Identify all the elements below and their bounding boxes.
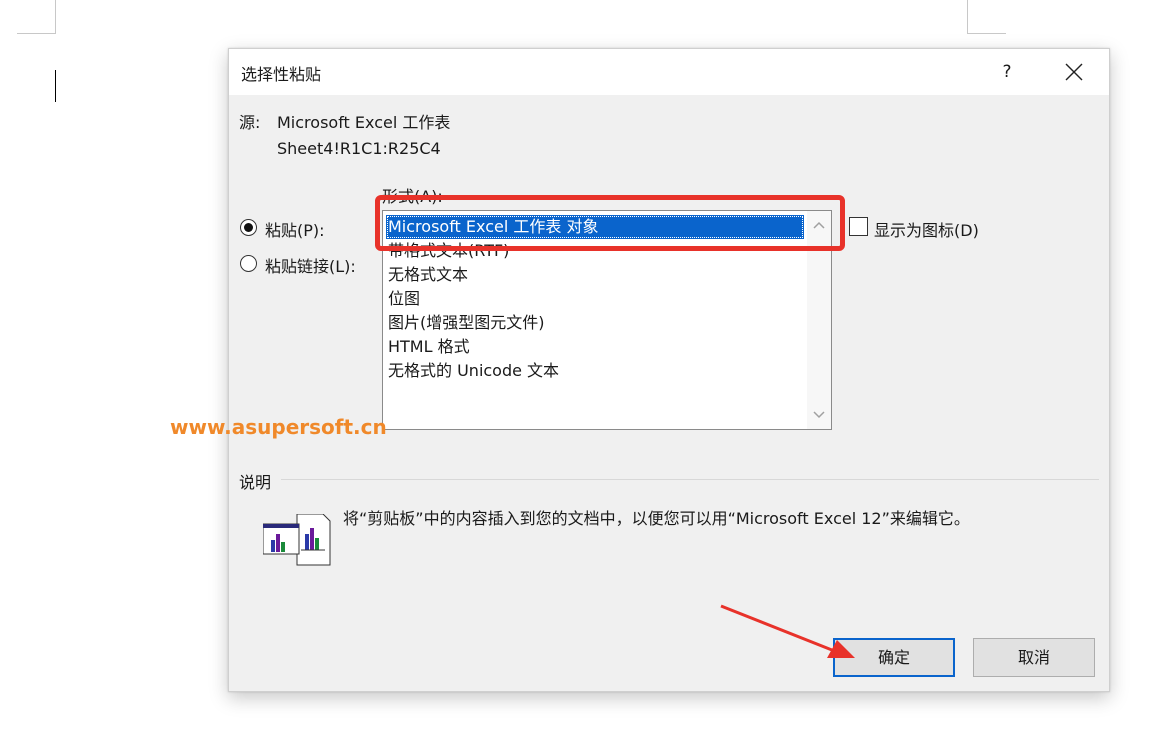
radio-dot <box>244 223 253 232</box>
page-margin-mark <box>967 33 1006 34</box>
dialog-title: 选择性粘贴 <box>241 65 322 84</box>
annotation-arrow-icon <box>720 604 855 658</box>
cancel-button[interactable]: 取消 <box>973 638 1095 677</box>
paste-label[interactable]: 粘贴(P): <box>265 217 325 241</box>
format-option[interactable]: HTML 格式 <box>386 335 804 359</box>
paste-radio[interactable] <box>240 219 257 236</box>
excel-object-icon <box>263 514 331 566</box>
paste-link-radio[interactable] <box>240 255 257 272</box>
paste-link-label[interactable]: 粘贴链接(L): <box>265 253 356 277</box>
text-cursor <box>55 70 56 102</box>
page-margin-mark <box>55 0 56 33</box>
source-range: Sheet4!R1C1:R25C4 <box>277 139 441 158</box>
dialog-titlebar: 选择性粘贴 ? <box>229 49 1109 95</box>
help-button[interactable]: ? <box>995 59 1019 85</box>
annotation-highlight-box <box>375 195 845 251</box>
format-option[interactable]: 图片(增强型图元文件) <box>386 311 804 335</box>
watermark-text: www.asupersoft.cn <box>170 415 387 439</box>
format-option[interactable]: 无格式的 Unicode 文本 <box>386 359 804 383</box>
close-button[interactable] <box>1057 59 1091 85</box>
scroll-down-arrow-icon[interactable] <box>811 409 827 423</box>
format-option[interactable]: 位图 <box>386 287 804 311</box>
page-margin-mark <box>967 0 968 33</box>
description-text: 将“剪贴板”中的内容插入到您的文档中，以便您可以用“Microsoft Exce… <box>343 509 970 528</box>
description-divider <box>281 479 1099 480</box>
display-as-icon-label[interactable]: 显示为图标(D) <box>874 217 979 241</box>
close-icon <box>1065 63 1083 81</box>
source-label: 源: <box>239 113 261 132</box>
page-margin-mark <box>17 33 56 34</box>
paste-special-dialog: 选择性粘贴 ? 源: Microsoft Excel 工作表 Sheet4!R1… <box>228 48 1110 692</box>
description-label: 说明 <box>239 473 272 492</box>
format-option[interactable]: 无格式文本 <box>386 263 804 287</box>
display-as-icon-checkbox[interactable] <box>849 217 868 236</box>
source-name: Microsoft Excel 工作表 <box>277 113 451 132</box>
